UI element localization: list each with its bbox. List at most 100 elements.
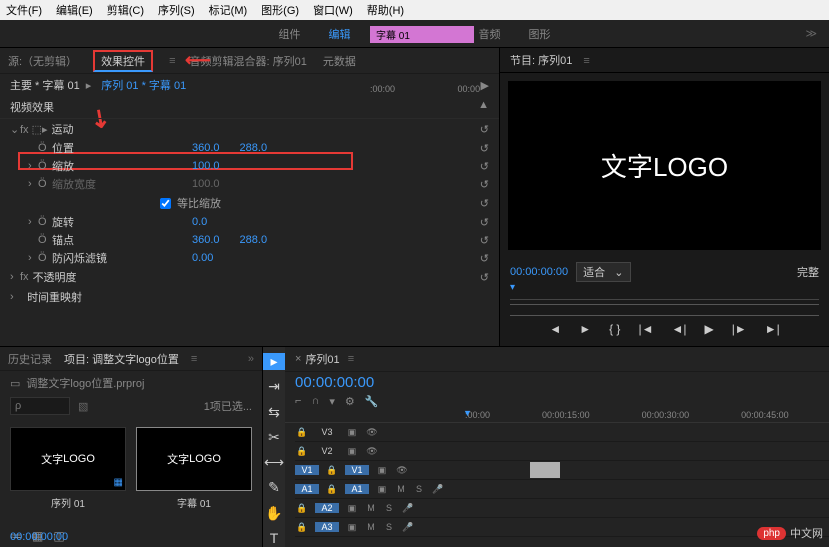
stopwatch-icon[interactable]: Ö (38, 142, 52, 154)
reset-icon[interactable]: ↺ (480, 160, 489, 173)
slip-tool[interactable]: ⟷ (263, 454, 285, 471)
menu-edit[interactable]: 编辑(E) (56, 2, 93, 18)
marker-icon[interactable]: ▾ (329, 395, 335, 408)
tab-metadata[interactable]: 元数据 (323, 53, 356, 69)
reset-icon[interactable]: ↺ (480, 123, 489, 136)
project-item-subtitle[interactable]: 文字LOGO 字幕 01 (136, 427, 252, 510)
ws-tab-editing[interactable]: 编辑 (329, 26, 351, 42)
program-scrubber[interactable]: ▾ (510, 286, 819, 300)
tab-history[interactable]: 历史记录 (8, 351, 52, 367)
menu-graphics[interactable]: 图形(G) (261, 2, 299, 18)
project-item-sequence[interactable]: 文字LOGO▦ 序列 01 (10, 427, 126, 510)
mute-button[interactable]: M (365, 503, 377, 513)
razor-tool[interactable]: ✂ (263, 429, 285, 446)
param-uniform-scale[interactable]: 等比缩放 ↺ (0, 193, 499, 213)
toggle-output-icon[interactable]: ▣ (375, 484, 389, 495)
ws-tab-assembly[interactable]: 组件 (279, 26, 301, 42)
menu-clip[interactable]: 剪辑(C) (107, 2, 144, 18)
stopwatch-icon[interactable]: Ö (38, 234, 52, 246)
panel-menu-icon[interactable]: ≡ (169, 55, 173, 67)
clip-instance-label[interactable]: 序列 01 * 字幕 01 (101, 77, 186, 93)
zoom-fit-dropdown[interactable]: 适合 ⌄ (576, 262, 630, 282)
param-rotation[interactable]: ›Ö 旋转 0.0 ↺ (0, 213, 499, 231)
step-forward-button[interactable]: |► (732, 322, 747, 336)
reset-icon[interactable]: ↺ (480, 234, 489, 247)
lock-icon[interactable]: 🔒 (325, 465, 339, 476)
ripple-edit-tool[interactable]: ⇆ (263, 404, 285, 421)
reset-icon[interactable]: ↺ (480, 271, 489, 284)
uniform-scale-checkbox[interactable] (160, 198, 171, 209)
program-monitor[interactable]: 文字LOGO (508, 81, 821, 250)
lock-icon[interactable]: 🔒 (325, 484, 339, 495)
reset-icon[interactable]: ↺ (480, 178, 489, 191)
solo-button[interactable]: S (383, 503, 395, 513)
solo-button[interactable]: S (383, 522, 395, 532)
mark-out-button[interactable]: ► (579, 322, 591, 336)
toggle-output-icon[interactable]: ▣ (345, 503, 359, 514)
subtitle-clip[interactable]: 字幕 01 (370, 26, 474, 43)
toggle-output-icon[interactable]: ▣ (345, 522, 359, 533)
opacity-effect-header[interactable]: › fx 不透明度 ↺ (0, 267, 499, 287)
toggle-output-icon[interactable]: ▣ (345, 427, 359, 438)
ws-tab-audio[interactable]: 音频 (479, 26, 501, 42)
lock-icon[interactable]: 🔒 (295, 446, 309, 457)
search-input[interactable] (10, 397, 70, 415)
go-to-in-button[interactable]: |◄ (638, 322, 653, 336)
track-a3[interactable]: 🔒A3 ▣MS🎤 (295, 518, 829, 537)
play-button[interactable]: ▶ (704, 322, 713, 336)
stopwatch-icon[interactable]: Ö (38, 160, 52, 172)
play-icon[interactable]: ▶ (481, 79, 489, 92)
go-to-out-button[interactable]: ►| (765, 322, 780, 336)
pen-tool[interactable]: ✎ (263, 479, 285, 496)
voiceover-icon[interactable]: 🎤 (431, 484, 445, 495)
timeremap-effect-header[interactable]: › 时间重映射 (0, 287, 499, 307)
snap-icon[interactable]: ⌐ (295, 395, 301, 408)
track-select-tool[interactable]: ⇥ (263, 378, 285, 395)
timeline-sequence-tab[interactable]: 序列01 (305, 351, 339, 367)
lock-icon[interactable]: 🔒 (295, 503, 309, 514)
mute-button[interactable]: M (395, 484, 407, 494)
panel-menu-icon[interactable]: ≡ (191, 353, 195, 365)
overflow-icon[interactable]: ≫ (805, 27, 817, 40)
param-anchor[interactable]: Ö 锚点 360.0 288.0 ↺ (0, 231, 499, 249)
param-scale[interactable]: ›Ö 缩放 100.0 ↺ (0, 157, 499, 175)
ws-tab-graphics[interactable]: 图形 (529, 26, 551, 42)
lock-icon[interactable]: 🔒 (295, 427, 309, 438)
linked-selection-icon[interactable]: ∩ (311, 395, 319, 408)
motion-effect-header[interactable]: ⌄ fx ⬚▸ 运动 ↺ (0, 119, 499, 139)
menu-help[interactable]: 帮助(H) (367, 2, 404, 18)
track-a2[interactable]: 🔒A2 ▣MS🎤 (295, 499, 829, 518)
mark-in-button[interactable]: ◄ (549, 322, 561, 336)
add-marker-button[interactable]: { } (609, 322, 620, 336)
eye-icon[interactable]: 👁 (365, 446, 379, 457)
overflow-icon[interactable]: » (248, 353, 254, 365)
reset-icon[interactable]: ↺ (480, 142, 489, 155)
voiceover-icon[interactable]: 🎤 (401, 503, 415, 514)
menu-file[interactable]: 文件(F) (6, 2, 42, 18)
reset-icon[interactable]: ↺ (480, 216, 489, 229)
source-patch-a1[interactable]: A1 (295, 484, 319, 494)
eye-icon[interactable]: 👁 (395, 465, 409, 476)
settings-icon[interactable]: ⚙ (345, 395, 355, 408)
mute-button[interactable]: M (365, 522, 377, 532)
timeline-timecode[interactable]: 00:00:00:00 (295, 374, 374, 391)
type-tool[interactable]: T (263, 530, 285, 547)
program-ruler[interactable] (510, 304, 819, 316)
param-position[interactable]: Ö 位置 360.0 288.0 ↺ (0, 139, 499, 157)
track-a1[interactable]: A1🔒A1 ▣MS🎤 (295, 480, 829, 499)
selection-tool[interactable]: ▸ (263, 353, 285, 370)
track-v2[interactable]: 🔒V2 ▣👁 (295, 442, 829, 461)
param-antiflicker[interactable]: ›Ö 防闪烁滤镜 0.00 ↺ (0, 249, 499, 267)
wrench-icon[interactable]: 🔧 (365, 395, 379, 408)
stopwatch-icon[interactable]: Ö (38, 216, 52, 228)
step-back-button[interactable]: ◄| (671, 322, 686, 336)
eye-icon[interactable]: 👁 (365, 427, 379, 438)
timeline-ruler[interactable]: ▼ :00:00 00:00:15:00 00:00:30:00 00:00:4… (285, 410, 829, 423)
hand-tool[interactable]: ✋ (263, 505, 285, 522)
solo-button[interactable]: S (413, 484, 425, 494)
filter-icon[interactable]: ▧ (78, 400, 88, 413)
panel-menu-icon[interactable]: ≡ (583, 55, 587, 67)
tab-project[interactable]: 项目: 调整文字logo位置 (64, 351, 179, 367)
reset-icon[interactable]: ↺ (480, 252, 489, 265)
panel-menu-icon[interactable]: ≡ (348, 353, 352, 365)
